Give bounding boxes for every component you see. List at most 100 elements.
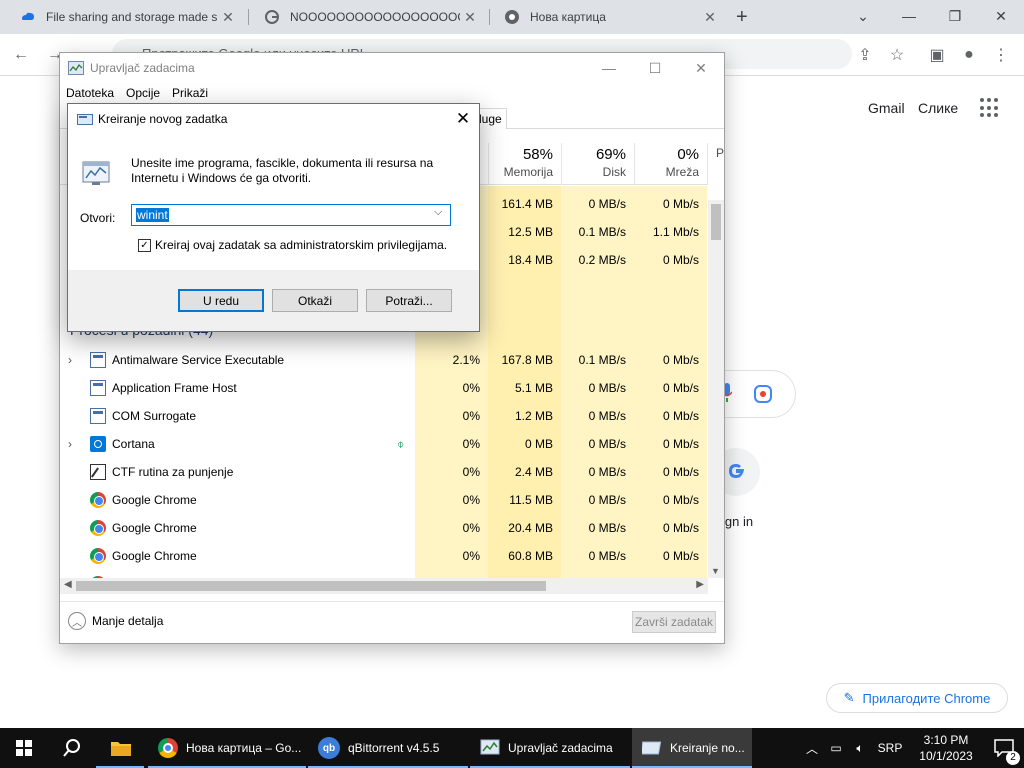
column-network[interactable]: 0% Mreža — [634, 143, 707, 185]
back-icon[interactable]: ← — [8, 42, 34, 68]
chevron-right-icon[interactable]: › — [68, 430, 72, 458]
horizontal-scrollbar[interactable]: ◀ ▶ — [60, 578, 708, 594]
memory-cell: 2.4 MB — [514, 465, 553, 479]
minimize-icon[interactable]: — — [886, 0, 932, 32]
network-cell: 0 Mb/s — [662, 465, 699, 479]
close-icon[interactable]: ✕ — [700, 9, 720, 26]
language-indicator[interactable]: SRP — [872, 741, 908, 755]
app-window-icon — [90, 352, 106, 368]
tab-title: File sharing and storage made s — [46, 10, 218, 24]
google-g-icon — [264, 9, 280, 25]
column-memory[interactable]: 58% Memorija — [488, 143, 561, 185]
close-icon[interactable]: ✕ — [218, 9, 238, 26]
start-button[interactable] — [0, 728, 48, 768]
process-name: CTF rutina za punjenje — [112, 465, 234, 479]
run-dialog-icon — [77, 112, 93, 129]
menu-view[interactable]: Prikaži — [166, 83, 214, 103]
folder-icon — [111, 742, 131, 756]
scroll-thumb[interactable] — [76, 581, 546, 591]
chevron-down-icon[interactable]: ⌵ — [434, 206, 442, 219]
scroll-left-icon[interactable]: ◀ — [64, 579, 72, 590]
process-name: Application Frame Host — [112, 381, 237, 395]
volume-muted-icon[interactable]: 🔈︎ — [848, 741, 872, 756]
open-input-value[interactable]: winint — [136, 208, 169, 222]
fewer-details-button[interactable]: ︿ Manje detalja — [68, 612, 163, 630]
browser-tab-2[interactable]: NOOOOOOOOOOOOOOOOOO ✕ — [250, 0, 488, 34]
table-row[interactable]: CTF rutina za punjenje 0% 2.4 MB 0 MB/s … — [60, 458, 708, 486]
table-row[interactable]: › Antimalware Service Executable 2.1% 16… — [60, 346, 708, 374]
google-apps-icon[interactable] — [980, 98, 1000, 118]
network-icon[interactable]: ▭ — [824, 741, 848, 755]
customize-chrome-button[interactable]: ✎ Прилагодите Chrome — [826, 683, 1008, 713]
table-row[interactable]: Google Chrome 0% 11.5 MB 0 MB/s 0 Mb/s — [60, 486, 708, 514]
minimize-icon[interactable]: — — [586, 57, 632, 79]
browse-button[interactable]: Potraži... — [366, 289, 452, 312]
chrome-icon — [504, 9, 520, 25]
new-tab-button[interactable]: + — [736, 6, 748, 29]
chrome-tabstrip: File sharing and storage made s ✕ NOOOOO… — [0, 0, 1024, 34]
create-new-task-dialog: Kreiranje novog zadatka ✕ Unesite ime pr… — [67, 103, 480, 332]
restore-icon[interactable]: ❐ — [932, 0, 978, 32]
scroll-down-icon[interactable]: ▼ — [711, 566, 720, 576]
checkbox-checked-icon[interactable]: ✓ — [138, 238, 151, 252]
disk-percent: 69% — [595, 146, 626, 163]
gmail-link[interactable]: Gmail — [868, 100, 905, 116]
memory-cell: 20.4 MB — [508, 521, 553, 535]
close-window-icon[interactable]: ✕ — [978, 0, 1024, 32]
table-row[interactable]: Google Chrome 0% 60.8 MB 0 MB/s 0 Mb/s — [60, 542, 708, 570]
menu-options[interactable]: Opcije — [120, 83, 166, 103]
disk-cell: 0 MB/s — [588, 197, 626, 211]
taskbar-item-qbittorrent[interactable]: qb qBittorrent v4.5.5 — [308, 728, 468, 768]
menu-file[interactable]: Datoteka — [60, 83, 120, 103]
side-panel-icon[interactable]: ▣ — [924, 42, 950, 68]
bookmark-star-icon[interactable]: ☆ — [884, 42, 910, 68]
vertical-scrollbar[interactable]: ▼ — [708, 200, 724, 578]
lens-icon[interactable] — [754, 385, 772, 406]
browser-tab-3[interactable]: Нова картица ✕ — [490, 0, 728, 34]
taskbar-item-label: Нова картица – Go... — [186, 741, 302, 755]
browser-tab-1[interactable]: File sharing and storage made s ✕ — [6, 0, 246, 34]
table-row[interactable] — [60, 570, 708, 578]
scroll-thumb[interactable] — [711, 204, 721, 240]
chevron-right-icon[interactable]: › — [68, 346, 72, 374]
table-row[interactable]: › Cortana ⌽ 0% 0 MB 0 MB/s 0 Mb/s — [60, 430, 708, 458]
cancel-button[interactable]: Otkaži — [272, 289, 358, 312]
notifications-button[interactable]: 2 — [984, 739, 1024, 765]
windows-taskbar: Нова картица – Go... qb qBittorrent v4.5… — [0, 728, 1024, 768]
network-cell: 1.1 Mb/s — [652, 225, 699, 239]
chevron-up-icon[interactable]: ︿ — [800, 740, 824, 757]
table-row[interactable]: COM Surrogate 0% 1.2 MB 0 MB/s 0 Mb/s — [60, 402, 708, 430]
table-row[interactable]: Application Frame Host 0% 5.1 MB 0 MB/s … — [60, 374, 708, 402]
images-link[interactable]: Слике — [918, 100, 958, 116]
share-icon[interactable]: ⇪ — [852, 42, 878, 68]
close-icon[interactable]: ✕ — [460, 9, 480, 26]
column-disk[interactable]: 69% Disk — [561, 143, 634, 185]
close-icon[interactable]: ✕ — [448, 108, 478, 130]
column-power[interactable]: P — [707, 143, 727, 185]
search-button[interactable] — [48, 728, 96, 768]
kebab-menu-icon[interactable]: ⋮ — [988, 42, 1014, 68]
pencil-icon: ✎ — [843, 690, 855, 705]
open-combobox[interactable]: winint ⌵ — [131, 204, 451, 226]
task-manager-titlebar[interactable]: Upravljač zadacima — ☐ ✕ — [60, 53, 724, 83]
clock[interactable]: 3:10 PM 10/1/2023 — [908, 732, 984, 764]
cpu-cell: 0% — [462, 381, 480, 395]
admin-privileges-checkbox[interactable]: ✓ Kreiraj ovaj zadatak sa administrators… — [138, 238, 447, 252]
cloud-icon — [20, 9, 36, 25]
chrome-icon — [158, 738, 178, 758]
sign-in-label[interactable]: ign in — [722, 514, 753, 529]
scroll-right-icon[interactable]: ▶ — [696, 579, 704, 590]
file-explorer-button[interactable] — [96, 728, 144, 768]
taskbar-item-task-manager[interactable]: Upravljač zadacima — [470, 728, 630, 768]
close-icon[interactable]: ✕ — [678, 57, 724, 79]
profile-avatar-icon[interactable]: ● — [956, 42, 982, 68]
tab-title: Нова картица — [530, 10, 606, 24]
dialog-titlebar[interactable]: Kreiranje novog zadatka ✕ — [68, 104, 479, 134]
taskbar-item-run-dialog[interactable]: Kreiranje no... — [632, 728, 752, 768]
maximize-icon[interactable]: ☐ — [632, 57, 678, 79]
ok-button[interactable]: U redu — [178, 289, 264, 312]
end-task-button[interactable]: Završi zadatak — [632, 611, 716, 633]
table-row[interactable]: Google Chrome 0% 20.4 MB 0 MB/s 0 Mb/s — [60, 514, 708, 542]
taskbar-item-chrome[interactable]: Нова картица – Go... — [148, 728, 306, 768]
tab-search-icon[interactable]: ⌄ — [840, 0, 886, 32]
